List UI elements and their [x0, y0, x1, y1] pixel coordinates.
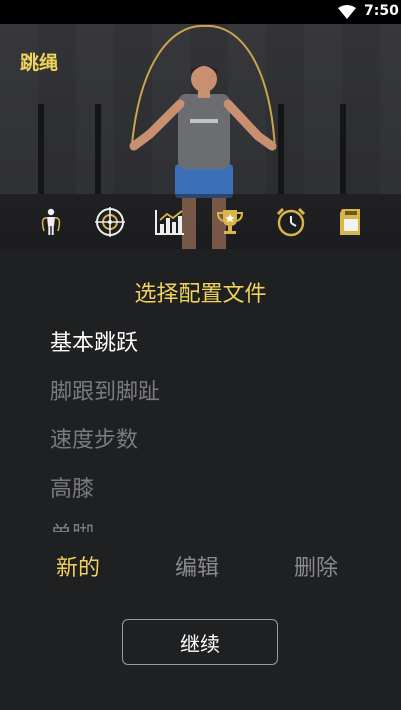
new-profile-button[interactable]: 新的: [56, 550, 100, 582]
person-icon[interactable]: [33, 204, 69, 240]
sd-card-icon[interactable]: [333, 204, 369, 240]
profile-item-high-knees[interactable]: 高膝: [50, 471, 94, 503]
profile-item-heel-to-toe[interactable]: 脚跟到脚趾: [50, 374, 160, 406]
bar-chart-icon[interactable]: [152, 204, 188, 240]
alarm-clock-icon[interactable]: [273, 204, 309, 240]
profile-item-speed-steps[interactable]: 速度步数: [50, 422, 138, 454]
app-title: 跳绳: [20, 52, 59, 74]
status-time: 7:50: [364, 3, 399, 19]
continue-button[interactable]: 继续: [122, 619, 278, 665]
status-bar: 7:50: [0, 0, 401, 24]
wifi-icon: [338, 5, 356, 19]
profile-list[interactable]: 基本跳跃 脚跟到脚趾 速度步数 高膝 单脚: [0, 318, 401, 532]
crosshair-icon[interactable]: [92, 204, 128, 240]
delete-profile-button[interactable]: 删除: [294, 550, 338, 582]
icon-toolbar: [0, 194, 401, 249]
hero-image: 跳绳: [0, 24, 401, 249]
profile-item-single-foot[interactable]: 单脚: [50, 517, 94, 532]
edit-profile-button[interactable]: 编辑: [175, 550, 219, 582]
profile-item-basic-jump[interactable]: 基本跳跃: [50, 325, 138, 357]
profile-actions: 新的 编辑 删除: [0, 550, 401, 584]
profile-panel-title: 选择配置文件: [134, 282, 267, 307]
trophy-icon[interactable]: [212, 204, 248, 240]
